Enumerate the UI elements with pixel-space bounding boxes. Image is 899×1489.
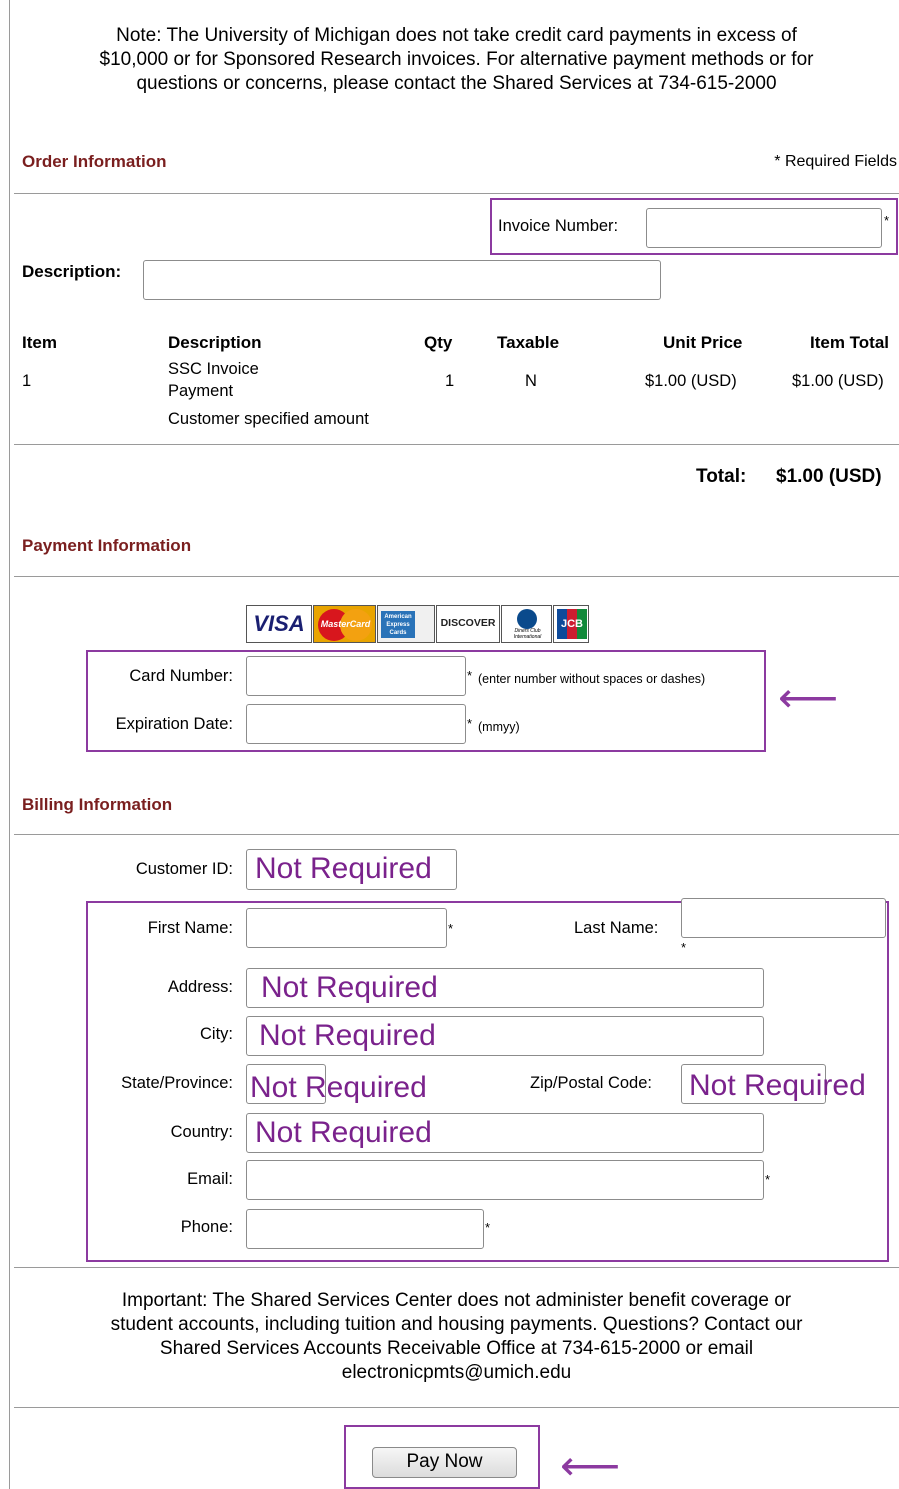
customer-id-label: Customer ID: [135, 860, 233, 878]
amex-logo: American Express Cards [377, 605, 435, 643]
row-item-number: 1 [22, 372, 32, 390]
col-header-item: Item [22, 333, 57, 352]
not-required-note: Not Required [261, 971, 438, 1004]
not-required-note: Not Required [689, 1069, 866, 1102]
payment-info-heading: Payment Information [22, 536, 192, 555]
row-taxable: N [525, 372, 537, 390]
divider [14, 576, 899, 577]
zip-postal-code-input[interactable]: Not Required [681, 1064, 866, 1104]
customer-id-input[interactable]: Not Required [246, 849, 457, 890]
col-header-unit-price: Unit Price [663, 333, 743, 352]
required-marker: * [485, 1220, 491, 1235]
row-description-line2: Payment [168, 382, 234, 400]
arrow-left-icon: ⟵ [560, 1442, 621, 1489]
divider [14, 1407, 899, 1408]
col-header-qty: Qty [424, 333, 453, 352]
invoice-number-input[interactable] [646, 208, 882, 248]
mastercard-logo: MasterCard [313, 605, 376, 643]
row-unit-price: $1.00 (USD) [645, 372, 737, 390]
discover-logo: DISCOVER [436, 605, 500, 643]
note-line: Shared Services Accounts Receivable Offi… [159, 1338, 754, 1359]
total-value: $1.00 (USD) [776, 466, 882, 487]
required-marker: * [681, 940, 687, 955]
required-marker: * [448, 921, 454, 936]
phone-label: Phone: [180, 1218, 233, 1236]
billing-info-heading: Billing Information [22, 795, 173, 814]
expiration-date-input[interactable] [246, 704, 466, 744]
expiration-date-label: Expiration Date: [115, 715, 233, 733]
col-header-description: Description [168, 333, 262, 352]
card-number-label: Card Number: [129, 667, 233, 685]
note-line: Note: The University of Michigan does no… [116, 25, 797, 46]
note-line: $10,000 or for Sponsored Research invoic… [99, 49, 814, 70]
left-border [9, 0, 10, 1489]
first-name-label: First Name: [147, 919, 233, 937]
note-line: electronicpmts@umich.edu [341, 1362, 572, 1383]
last-name-label: Last Name: [574, 919, 659, 937]
total-label: Total: [696, 466, 747, 487]
divider [14, 193, 899, 194]
note-line: questions or concerns, please contact th… [136, 73, 777, 94]
jcb-logo: JCB [553, 605, 589, 643]
not-required-note: Not Required [259, 1019, 436, 1052]
required-fields-note: * Required Fields [774, 153, 897, 170]
last-name-input[interactable] [681, 898, 886, 938]
card-number-input[interactable] [246, 656, 466, 696]
divider [14, 834, 899, 835]
description-label: Description: [22, 262, 122, 281]
invoice-number-label: Invoice Number: [498, 217, 619, 235]
arrow-left-icon: ⟵ [778, 674, 839, 721]
required-marker: * [884, 213, 890, 228]
email-label: Email: [187, 1170, 233, 1188]
row-qty: 1 [445, 372, 455, 390]
visa-logo: VISA [246, 605, 312, 643]
order-info-heading: Order Information [22, 152, 167, 171]
row-item-total: $1.00 (USD) [792, 372, 884, 390]
city-input[interactable]: Not Required [246, 1016, 764, 1056]
not-required-note: Not Required [255, 852, 432, 885]
not-required-note: Not Required [250, 1071, 427, 1104]
state-province-label: State/Province: [121, 1074, 233, 1092]
divider [14, 444, 899, 445]
note-line: student accounts, including tuition and … [110, 1314, 803, 1335]
col-header-taxable: Taxable [497, 333, 560, 352]
address-label: Address: [167, 978, 233, 996]
row-description-line1: SSC Invoice [168, 360, 259, 378]
required-marker: * [467, 716, 473, 731]
card-number-hint: (enter number without spaces or dashes) [478, 672, 706, 686]
important-note: Important: The Shared Services Center do… [14, 1289, 899, 1385]
email-input[interactable] [246, 1160, 764, 1200]
not-required-note: Not Required [255, 1116, 432, 1149]
country-label: Country: [170, 1123, 233, 1141]
address-input[interactable]: Not Required [246, 968, 764, 1008]
payment-note: Note: The University of Michigan does no… [14, 24, 899, 96]
city-label: City: [200, 1025, 233, 1043]
state-province-input[interactable]: Not Required [246, 1064, 427, 1104]
divider [14, 1267, 899, 1268]
country-select[interactable]: Not Required [246, 1113, 764, 1153]
phone-input[interactable] [246, 1209, 484, 1249]
required-marker: * [765, 1172, 771, 1187]
expiration-date-hint: (mmyy) [478, 720, 520, 734]
pay-now-button[interactable]: Pay Now [372, 1447, 517, 1478]
required-marker: * [467, 668, 473, 683]
description-input[interactable] [143, 260, 661, 300]
row-description-line3: Customer specified amount [168, 410, 369, 428]
zip-postal-code-label: Zip/Postal Code: [530, 1074, 652, 1092]
first-name-input[interactable] [246, 908, 447, 948]
diners-club-logo: Diners Club International [501, 605, 552, 643]
note-line: Important: The Shared Services Center do… [121, 1290, 792, 1311]
col-header-item-total: Item Total [810, 333, 890, 352]
